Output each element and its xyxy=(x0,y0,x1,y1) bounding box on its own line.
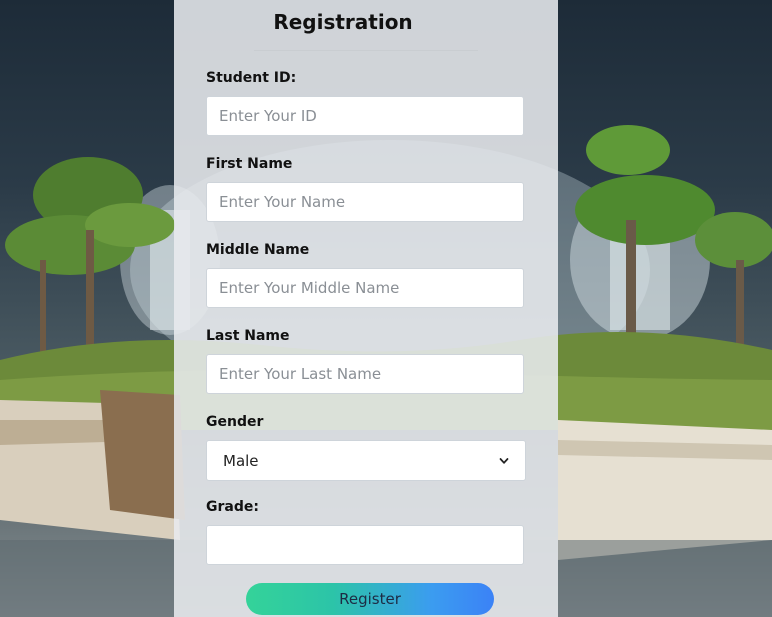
student-id-label: Student ID: xyxy=(206,70,297,86)
gender-label: Gender xyxy=(206,414,264,430)
form-header: Registration xyxy=(174,10,512,34)
middle-name-label: Middle Name xyxy=(206,242,310,258)
student-id-input[interactable] xyxy=(206,96,524,136)
registration-panel: Registration Student ID: First Name Midd… xyxy=(174,0,558,617)
last-name-label: Last Name xyxy=(206,328,290,344)
chevron-down-icon xyxy=(499,457,509,464)
middle-name-input[interactable] xyxy=(206,268,524,308)
first-name-input[interactable] xyxy=(206,182,524,222)
form-title: Registration xyxy=(273,10,413,34)
title-divider xyxy=(254,50,478,51)
grade-input[interactable] xyxy=(206,525,524,565)
register-button[interactable]: Register xyxy=(246,583,494,615)
gender-select[interactable]: Male xyxy=(206,440,526,481)
last-name-input[interactable] xyxy=(206,354,524,394)
first-name-label: First Name xyxy=(206,156,293,172)
grade-label: Grade: xyxy=(206,499,259,515)
gender-selected-value: Male xyxy=(223,451,259,470)
